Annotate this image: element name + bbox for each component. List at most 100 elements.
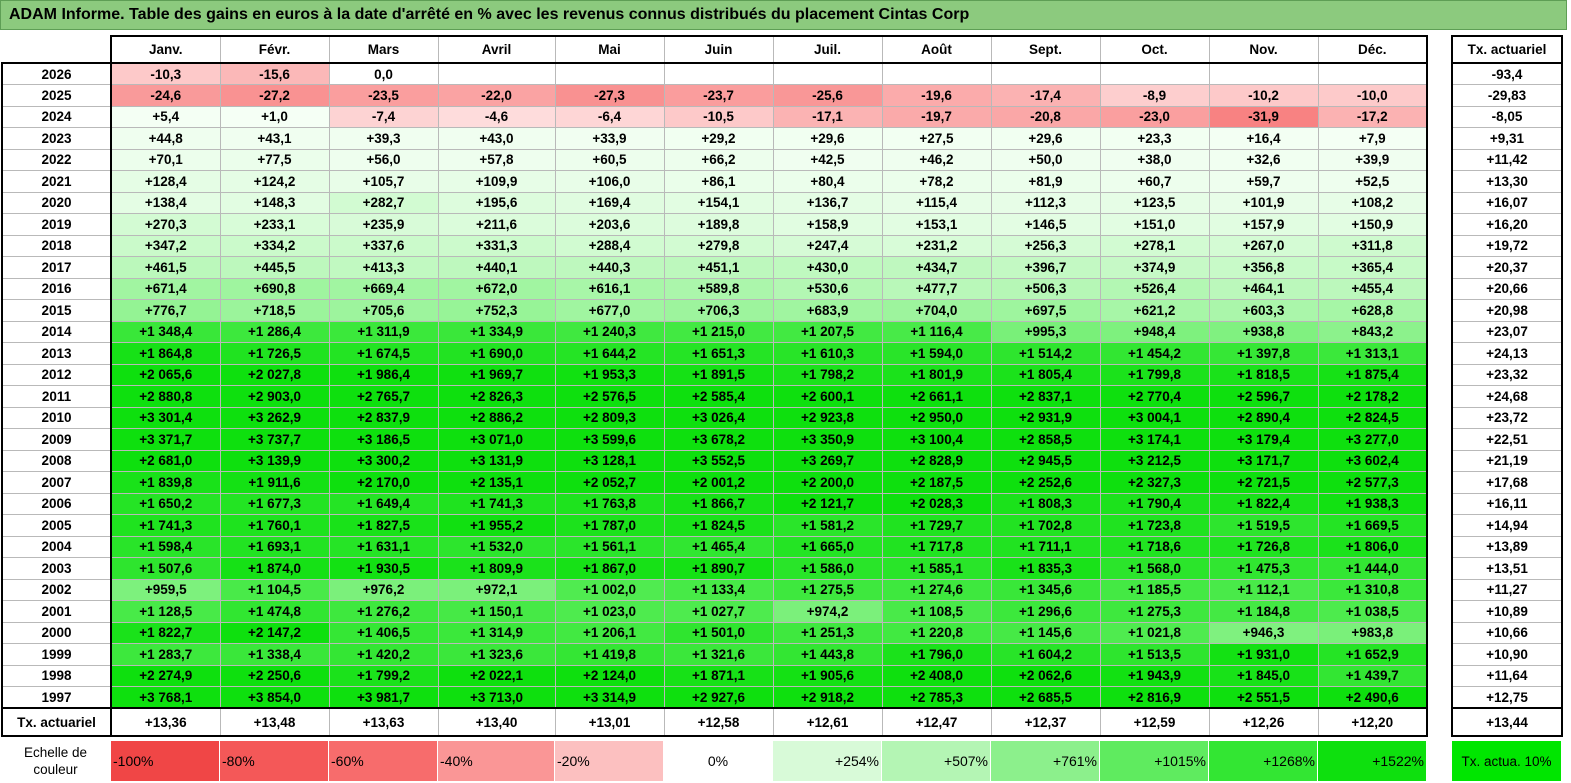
rate-cell: +24,13 bbox=[1451, 342, 1563, 365]
gain-cell: +506,3 bbox=[990, 277, 1101, 300]
year-cell: 1997 bbox=[1, 686, 112, 709]
rate-cell: -8,05 bbox=[1451, 105, 1563, 128]
gain-cell: +86,1 bbox=[663, 170, 774, 193]
gain-cell: +3 300,2 bbox=[328, 449, 439, 472]
table-row: 2019 +270,3 +233,1 +235,9 +211,6 +203,6 +189,8… bbox=[1, 213, 1428, 236]
gain-cell: +1 717,8 bbox=[881, 535, 992, 558]
month-header: Oct. bbox=[1099, 35, 1210, 64]
gain-cell: +38,0 bbox=[1099, 148, 1210, 171]
table-row: 2003 +1 507,6 +1 874,0 +1 930,5 +1 809,9 +1 8… bbox=[1, 557, 1428, 580]
gain-cell: +2 681,0 bbox=[110, 449, 221, 472]
gain-cell: +154,1 bbox=[663, 191, 774, 214]
legend-swatch: -60% bbox=[328, 740, 438, 782]
gain-cell: +2 576,5 bbox=[554, 385, 665, 408]
month-header: Sept. bbox=[990, 35, 1101, 64]
gain-cell: +2 147,2 bbox=[219, 621, 330, 644]
report-title: ADAM Informe. Table des gains en euros à… bbox=[0, 0, 1567, 30]
gain-cell: +1 116,4 bbox=[881, 320, 992, 343]
gain-cell: +52,5 bbox=[1317, 170, 1428, 193]
gain-cell: +752,3 bbox=[437, 299, 556, 322]
gain-cell: +2 200,0 bbox=[772, 471, 883, 494]
table-row: 2008 +2 681,0 +3 139,9 +3 300,2 +3 131,9 +3 1… bbox=[1, 449, 1428, 472]
gain-cell: +995,3 bbox=[990, 320, 1101, 343]
gain-cell: +56,0 bbox=[328, 148, 439, 171]
legend-side-cell: Tx. actua. 10% bbox=[1451, 740, 1562, 782]
gain-cell bbox=[1317, 62, 1428, 85]
gain-cell bbox=[437, 62, 556, 85]
gain-cell: +1 822,4 bbox=[1208, 492, 1319, 515]
gain-cell: +718,5 bbox=[219, 299, 330, 322]
rate-cell: +23,72 bbox=[1451, 406, 1563, 429]
table-row: 2011 +2 880,8 +2 903,0 +2 765,7 +2 826,3 +2 5… bbox=[1, 385, 1428, 408]
rate-cell: +20,98 bbox=[1451, 299, 1563, 322]
gain-cell: +128,4 bbox=[110, 170, 221, 193]
year-cell: 2012 bbox=[1, 363, 112, 386]
gain-cell: -10,0 bbox=[1317, 84, 1428, 107]
gain-cell: +1 185,5 bbox=[1099, 578, 1210, 601]
table-row: 2007 +1 839,8 +1 911,6 +2 170,0 +2 135,1 +2 0… bbox=[1, 471, 1428, 494]
gain-cell: +1 215,0 bbox=[663, 320, 774, 343]
gain-cell: +1 454,2 bbox=[1099, 342, 1210, 365]
legend-swatch: +761% bbox=[990, 740, 1100, 782]
year-cell: 2003 bbox=[1, 557, 112, 580]
table-row: 2015 +776,7 +718,5 +705,6 +752,3 +677,0 +706,3… bbox=[1, 299, 1428, 322]
gain-cell: +3 100,4 bbox=[881, 428, 992, 451]
gain-cell: +2 187,5 bbox=[881, 471, 992, 494]
legend-swatch: -20% bbox=[554, 740, 664, 782]
total-cell: +13,63 bbox=[328, 707, 439, 737]
total-rate-cell: +13,44 bbox=[1451, 707, 1563, 737]
gain-cell: +43,0 bbox=[437, 127, 556, 150]
gain-cell: +1 128,5 bbox=[110, 600, 221, 623]
gain-cell: +211,6 bbox=[437, 213, 556, 236]
rate-header: Tx. actuariel bbox=[1451, 35, 1563, 64]
legend-swatch: -80% bbox=[219, 740, 329, 782]
table-row: 2023 +44,8 +43,1 +39,3 +43,0 +33,9 +29,2 +29,6 +… bbox=[1, 127, 1428, 150]
gain-cell: +1 323,6 bbox=[437, 643, 556, 666]
gain-cell: +1 871,1 bbox=[663, 664, 774, 687]
annual-rate-table: Tx. actuariel -93,4 -29,83 -8,05 +9,31 +11,42… bbox=[1451, 35, 1563, 737]
total-cell: +12,61 bbox=[772, 707, 883, 737]
gain-cell: +39,9 bbox=[1317, 148, 1428, 171]
gain-cell: +2 065,6 bbox=[110, 363, 221, 386]
gain-cell: +2 408,0 bbox=[881, 664, 992, 687]
gain-cell: +148,3 bbox=[219, 191, 330, 214]
gain-cell: +683,9 bbox=[772, 299, 883, 322]
gain-cell: +671,4 bbox=[110, 277, 221, 300]
legend-swatch: -40% bbox=[437, 740, 555, 782]
rate-cell: +22,51 bbox=[1451, 428, 1563, 451]
gain-cell: +2 052,7 bbox=[554, 471, 665, 494]
gain-cell: +1 027,7 bbox=[663, 600, 774, 623]
gain-cell: +337,6 bbox=[328, 234, 439, 257]
gain-cell: +2 585,4 bbox=[663, 385, 774, 408]
rate-cell: +12,75 bbox=[1451, 686, 1563, 709]
legend-side: Tx. actua. 10% bbox=[1451, 740, 1562, 782]
gain-cell: +59,7 bbox=[1208, 170, 1319, 193]
gain-cell: +1 864,8 bbox=[110, 342, 221, 365]
gain-cell: +1,0 bbox=[219, 105, 330, 128]
gain-cell: +1 891,5 bbox=[663, 363, 774, 386]
gain-cell: +440,1 bbox=[437, 256, 556, 279]
gain-cell: +2 923,8 bbox=[772, 406, 883, 429]
gain-cell: +29,2 bbox=[663, 127, 774, 150]
gain-cell: +776,7 bbox=[110, 299, 221, 322]
gain-cell: -22,0 bbox=[437, 84, 556, 107]
gain-cell: +1 890,7 bbox=[663, 557, 774, 580]
gain-cell: +29,6 bbox=[772, 127, 883, 150]
table-row: 2005 +1 741,3 +1 760,1 +1 827,5 +1 955,2 +1 7… bbox=[1, 514, 1428, 537]
year-cell: 2020 bbox=[1, 191, 112, 214]
gain-cell: +44,8 bbox=[110, 127, 221, 150]
rate-cell: +14,94 bbox=[1451, 514, 1563, 537]
gain-cell: +1 038,5 bbox=[1317, 600, 1428, 623]
gain-cell: +628,8 bbox=[1317, 299, 1428, 322]
gain-cell: +247,4 bbox=[772, 234, 883, 257]
rate-cell: +23,32 bbox=[1451, 363, 1563, 386]
gain-cell: -31,9 bbox=[1208, 105, 1319, 128]
gain-cell: +33,9 bbox=[554, 127, 665, 150]
gain-cell: +3 139,9 bbox=[219, 449, 330, 472]
total-cell: +13,01 bbox=[554, 707, 665, 737]
gain-cell: +2 022,1 bbox=[437, 664, 556, 687]
gain-cell: +1 338,4 bbox=[219, 643, 330, 666]
gain-cell: +347,2 bbox=[110, 234, 221, 257]
month-header: Déc. bbox=[1317, 35, 1428, 64]
gain-cell: +2 124,0 bbox=[554, 664, 665, 687]
